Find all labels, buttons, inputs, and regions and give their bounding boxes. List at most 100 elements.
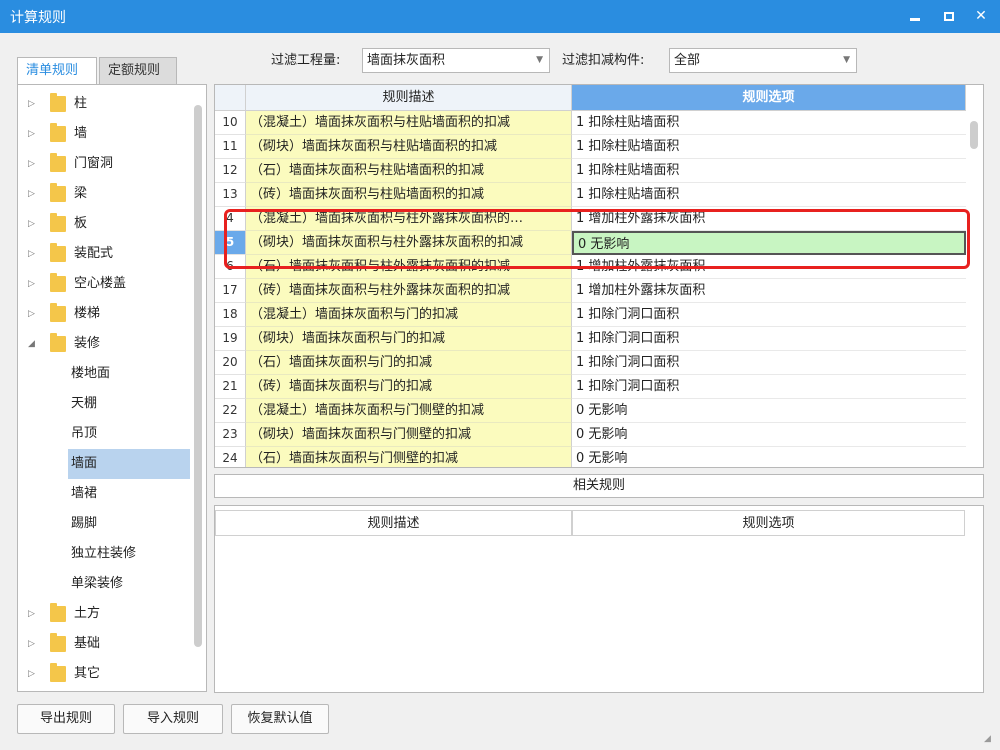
expand-arrow-icon[interactable]: ▷: [28, 269, 35, 299]
close-icon[interactable]: ✕: [968, 4, 994, 28]
component-tree: ▷ 柱 ▷ 墙 ▷ 门窗洞 ▷ 梁 ▷ 板 ▷ 装配式 ▷ 空心楼盖 ▷ 楼梯 ◢ 装修 楼地面 …: [17, 84, 207, 692]
grid-scrollbar-thumb[interactable]: [970, 121, 978, 149]
chevron-down-icon: ▼: [536, 55, 543, 65]
table-row[interactable]: 20 （石）墙面抹灰面积与门的扣减 1 扣除门洞口面积: [215, 351, 966, 375]
tree-item-beam[interactable]: ▷ 梁: [18, 179, 190, 209]
rule-option-cell[interactable]: 0 无影响: [572, 399, 966, 423]
tab-bill-rules[interactable]: 清单规则: [17, 57, 97, 85]
tree-child-ceiling[interactable]: 天棚: [68, 389, 190, 419]
tree-child-beam-finish[interactable]: 单梁装修: [68, 569, 190, 599]
expand-arrow-icon[interactable]: ▷: [28, 149, 35, 179]
table-row[interactable]: 13 （砖）墙面抹灰面积与柱贴墙面积的扣减 1 扣除柱贴墙面积: [215, 183, 966, 207]
tree-item-foundation[interactable]: ▷ 基础: [18, 629, 190, 659]
table-row[interactable]: 24 （石）墙面抹灰面积与门侧壁的扣减 0 无影响: [215, 447, 966, 467]
tree-item-wall[interactable]: ▷ 墙: [18, 119, 190, 149]
rule-desc-cell: （砖）墙面抹灰面积与门的扣减: [246, 375, 572, 399]
folder-icon: [50, 153, 66, 172]
tree-scrollbar[interactable]: [194, 105, 202, 647]
row-number: 11: [215, 135, 246, 159]
quantity-filter-value: 墙面抹灰面积: [367, 53, 446, 68]
resize-grip-icon[interactable]: ◢: [984, 734, 996, 746]
tree-item-decoration[interactable]: ◢ 装修: [18, 329, 190, 359]
folder-icon: [50, 93, 66, 112]
expand-arrow-icon[interactable]: ▷: [28, 209, 35, 239]
table-row[interactable]: 10 （混凝土）墙面抹灰面积与柱贴墙面积的扣减 1 扣除柱贴墙面积: [215, 111, 966, 135]
tree-child-floor[interactable]: 楼地面: [68, 359, 190, 389]
rule-option-cell[interactable]: 1 扣除门洞口面积: [572, 327, 966, 351]
rule-option-cell[interactable]: 1 扣除门洞口面积: [572, 351, 966, 375]
rule-option-cell[interactable]: 1 扣除柱贴墙面积: [572, 135, 966, 159]
tree-child-skirting[interactable]: 踢脚: [68, 509, 190, 539]
table-row[interactable]: 18 （混凝土）墙面抹灰面积与门的扣减 1 扣除门洞口面积: [215, 303, 966, 327]
rule-option-cell[interactable]: 1 扣除门洞口面积: [572, 303, 966, 327]
maximize-icon[interactable]: [936, 4, 962, 28]
expand-arrow-icon[interactable]: ▷: [28, 599, 35, 629]
restore-defaults-button[interactable]: 恢复默认值: [231, 704, 329, 734]
folder-icon: [50, 243, 66, 262]
expand-arrow-icon[interactable]: ▷: [28, 659, 35, 689]
tree-item-slab[interactable]: ▷ 板: [18, 209, 190, 239]
folder-icon: [50, 213, 66, 232]
expand-arrow-icon[interactable]: ▷: [28, 629, 35, 659]
tree-item-stairs[interactable]: ▷ 楼梯: [18, 299, 190, 329]
table-row[interactable]: 22 （混凝土）墙面抹灰面积与门侧壁的扣减 0 无影响: [215, 399, 966, 423]
expand-arrow-icon[interactable]: ▷: [28, 89, 35, 119]
grid-header-option[interactable]: 规则选项: [572, 85, 966, 111]
rule-desc-cell: （混凝土）墙面抹灰面积与柱贴墙面积的扣减: [246, 111, 572, 135]
expand-arrow-icon[interactable]: ▷: [28, 239, 35, 269]
quantity-filter-label: 过滤工程量:: [271, 53, 341, 68]
expand-arrow-icon[interactable]: ▷: [28, 179, 35, 209]
row-number: 18: [215, 303, 246, 327]
component-filter-select[interactable]: 全部 ▼: [669, 48, 857, 73]
grid-corner-header: [215, 85, 246, 111]
table-row[interactable]: 19 （砌块）墙面抹灰面积与门的扣减 1 扣除门洞口面积: [215, 327, 966, 351]
rule-option-cell[interactable]: 0 无影响: [572, 447, 966, 467]
table-row[interactable]: 12 （石）墙面抹灰面积与柱贴墙面积的扣减 1 扣除柱贴墙面积: [215, 159, 966, 183]
tree-item-earthwork[interactable]: ▷ 土方: [18, 599, 190, 629]
row-number: 23: [215, 423, 246, 447]
import-rules-button[interactable]: 导入规则: [123, 704, 223, 734]
expand-arrow-icon[interactable]: ▷: [28, 299, 35, 329]
rule-desc-cell: （混凝土）墙面抹灰面积与门的扣减: [246, 303, 572, 327]
grid-scrollbar-track[interactable]: [966, 111, 983, 467]
rule-option-cell[interactable]: 1 扣除柱贴墙面积: [572, 111, 966, 135]
quantity-filter-select[interactable]: 墙面抹灰面积 ▼: [362, 48, 550, 73]
rule-desc-cell: （砌块）墙面抹灰面积与柱贴墙面积的扣减: [246, 135, 572, 159]
tree-item-opening[interactable]: ▷ 门窗洞: [18, 149, 190, 179]
tree-child-wall-surface[interactable]: 墙面: [68, 449, 190, 479]
folder-icon: [50, 183, 66, 202]
tree-child-suspended-ceiling[interactable]: 吊顶: [68, 419, 190, 449]
row-number: 21: [215, 375, 246, 399]
export-rules-button[interactable]: 导出规则: [17, 704, 115, 734]
table-row[interactable]: 11 （砌块）墙面抹灰面积与柱贴墙面积的扣减 1 扣除柱贴墙面积: [215, 135, 966, 159]
rule-desc-cell: （砌块）墙面抹灰面积与门的扣减: [246, 327, 572, 351]
table-row[interactable]: 17 （砖）墙面抹灰面积与柱外露抹灰面积的扣减 1 增加柱外露抹灰面积: [215, 279, 966, 303]
row-number: 22: [215, 399, 246, 423]
folder-icon: [50, 273, 66, 292]
rule-option-cell[interactable]: 1 扣除门洞口面积: [572, 375, 966, 399]
related-header-option[interactable]: 规则选项: [572, 510, 965, 536]
folder-icon: [50, 663, 66, 682]
minimize-icon[interactable]: [902, 4, 928, 28]
table-row[interactable]: 23 （砌块）墙面抹灰面积与门侧壁的扣减 0 无影响: [215, 423, 966, 447]
tree-item-column[interactable]: ▷ 柱: [18, 89, 190, 119]
row-number: 20: [215, 351, 246, 375]
component-filter-label: 过滤扣减构件:: [562, 53, 645, 68]
table-row[interactable]: 21 （砖）墙面抹灰面积与门的扣减 1 扣除门洞口面积: [215, 375, 966, 399]
rule-option-cell[interactable]: 1 扣除柱贴墙面积: [572, 183, 966, 207]
tree-child-column-finish[interactable]: 独立柱装修: [68, 539, 190, 569]
tab-quota-rules[interactable]: 定额规则: [99, 57, 177, 84]
rule-option-cell[interactable]: 1 扣除柱贴墙面积: [572, 159, 966, 183]
collapse-arrow-icon[interactable]: ◢: [28, 329, 35, 359]
expand-arrow-icon[interactable]: ▷: [28, 119, 35, 149]
grid-header-desc[interactable]: 规则描述: [246, 85, 572, 111]
title-bar: 计算规则 ✕: [0, 0, 1000, 33]
tree-item-prefab[interactable]: ▷ 装配式: [18, 239, 190, 269]
tree-item-other[interactable]: ▷ 其它: [18, 659, 190, 689]
related-header-desc[interactable]: 规则描述: [215, 510, 572, 536]
tree-item-hollow-floor[interactable]: ▷ 空心楼盖: [18, 269, 190, 299]
tree-child-wainscot[interactable]: 墙裙: [68, 479, 190, 509]
rule-option-cell[interactable]: 1 增加柱外露抹灰面积: [572, 279, 966, 303]
rule-desc-cell: （砌块）墙面抹灰面积与门侧壁的扣减: [246, 423, 572, 447]
rule-option-cell[interactable]: 0 无影响: [572, 423, 966, 447]
